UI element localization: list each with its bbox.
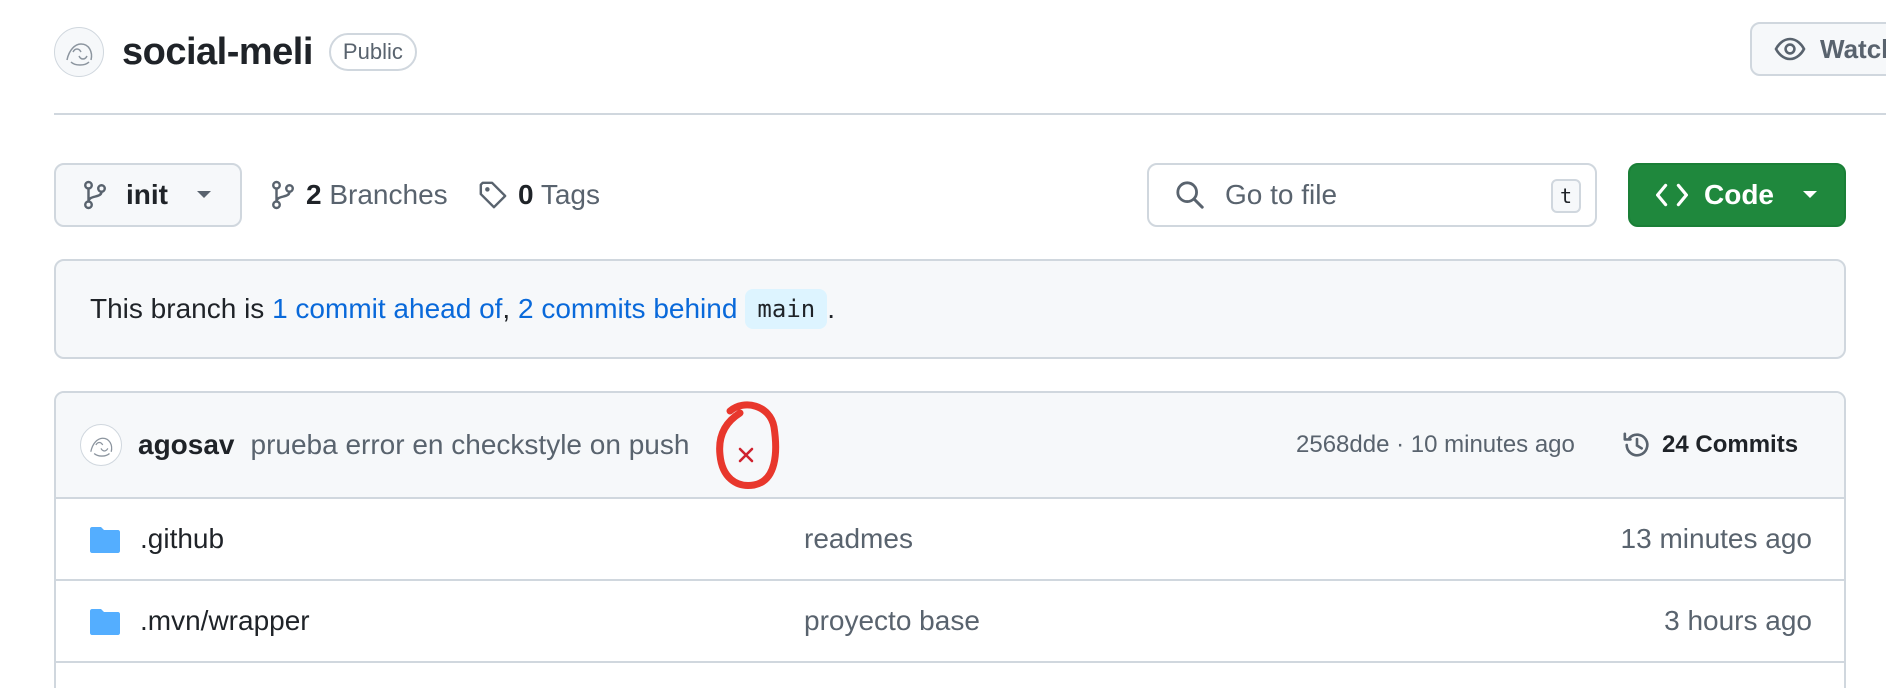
- latest-commit-row: agosav prueba error en checkstyle on pus…: [56, 393, 1844, 499]
- annotation-circle: [716, 401, 780, 489]
- commits-count-label: 24 Commits: [1662, 431, 1799, 458]
- file-name[interactable]: .mvn/wrapper: [140, 605, 310, 637]
- tags-count: 0: [518, 179, 534, 210]
- code-button[interactable]: Code: [1628, 163, 1846, 227]
- watch-label: Watch: [1820, 33, 1886, 64]
- avatar-sketch-icon: [66, 43, 93, 66]
- tag-icon: [479, 181, 507, 209]
- repo-name[interactable]: social-meli: [122, 31, 313, 74]
- x-icon: [716, 401, 780, 489]
- avatar-sketch-icon: [90, 437, 113, 457]
- visibility-badge: Public: [328, 33, 417, 71]
- commit-hash[interactable]: 2568dde: [1296, 431, 1389, 459]
- search-icon: [1176, 181, 1204, 209]
- folder-icon: [90, 527, 120, 553]
- commit-status-failure[interactable]: [700, 395, 790, 495]
- commits-history-link[interactable]: 24 Commits: [1622, 393, 1798, 497]
- file-list: agosav prueba error en checkstyle on pus…: [54, 391, 1846, 688]
- commit-message[interactable]: prueba error en checkstyle on push: [251, 429, 690, 461]
- commit-author[interactable]: agosav: [138, 429, 235, 461]
- go-to-file-input[interactable]: Go to file t: [1147, 163, 1597, 227]
- commit-meta-separator: ·: [1389, 431, 1411, 458]
- commit-meta: 2568dde · 10 minutes ago: [1296, 393, 1575, 497]
- branch-select-button[interactable]: init: [54, 163, 242, 227]
- watch-button[interactable]: Watch: [1750, 22, 1886, 76]
- banner-suffix: .: [827, 293, 835, 324]
- banner-separator: ,: [502, 293, 518, 324]
- folder-icon: [90, 609, 120, 635]
- branches-link[interactable]: 2 Branches: [270, 163, 448, 227]
- base-branch[interactable]: main: [745, 289, 828, 329]
- go-to-file-placeholder: Go to file: [1225, 179, 1338, 210]
- tags-link[interactable]: 0 Tags: [478, 163, 600, 227]
- file-name[interactable]: .github: [140, 523, 224, 555]
- caret-down-icon: [1803, 191, 1817, 198]
- branch-name: init: [126, 179, 168, 210]
- shortcut-key: t: [1551, 179, 1581, 213]
- commit-time: 10 minutes ago: [1410, 431, 1575, 458]
- commit-author-avatar[interactable]: [80, 424, 122, 466]
- branches-label: Branches: [329, 179, 448, 210]
- eye-icon: [1774, 37, 1806, 61]
- repo-header: social-meli Public: [54, 24, 417, 80]
- git-branch-icon: [84, 180, 106, 210]
- tags-label: Tags: [540, 179, 601, 210]
- ahead-link[interactable]: 1 commit ahead of: [272, 293, 502, 325]
- code-label: Code: [1704, 179, 1774, 210]
- behind-link[interactable]: 2 commits behind: [518, 293, 737, 325]
- file-row[interactable]: .github readmes 13 minutes ago: [56, 499, 1844, 581]
- banner-prefix: This branch is: [90, 293, 273, 324]
- branch-compare-banner: This branch is 1 commit ahead of , 2 com…: [54, 259, 1846, 359]
- file-row[interactable]: .mvn/wrapper proyecto base 3 hours ago: [56, 581, 1844, 663]
- file-commit-message[interactable]: readmes: [804, 523, 913, 555]
- branches-count: 2: [306, 179, 322, 210]
- file-commit-message[interactable]: proyecto base: [804, 605, 980, 637]
- file-time: 13 minutes ago: [1620, 523, 1812, 554]
- caret-down-icon: [197, 191, 211, 198]
- file-time: 3 hours ago: [1664, 605, 1812, 636]
- owner-avatar[interactable]: [54, 27, 104, 77]
- code-brackets-icon: [1656, 183, 1688, 207]
- git-branch-icon: [272, 180, 294, 210]
- history-icon: [1623, 432, 1649, 457]
- header-divider: [54, 113, 1886, 115]
